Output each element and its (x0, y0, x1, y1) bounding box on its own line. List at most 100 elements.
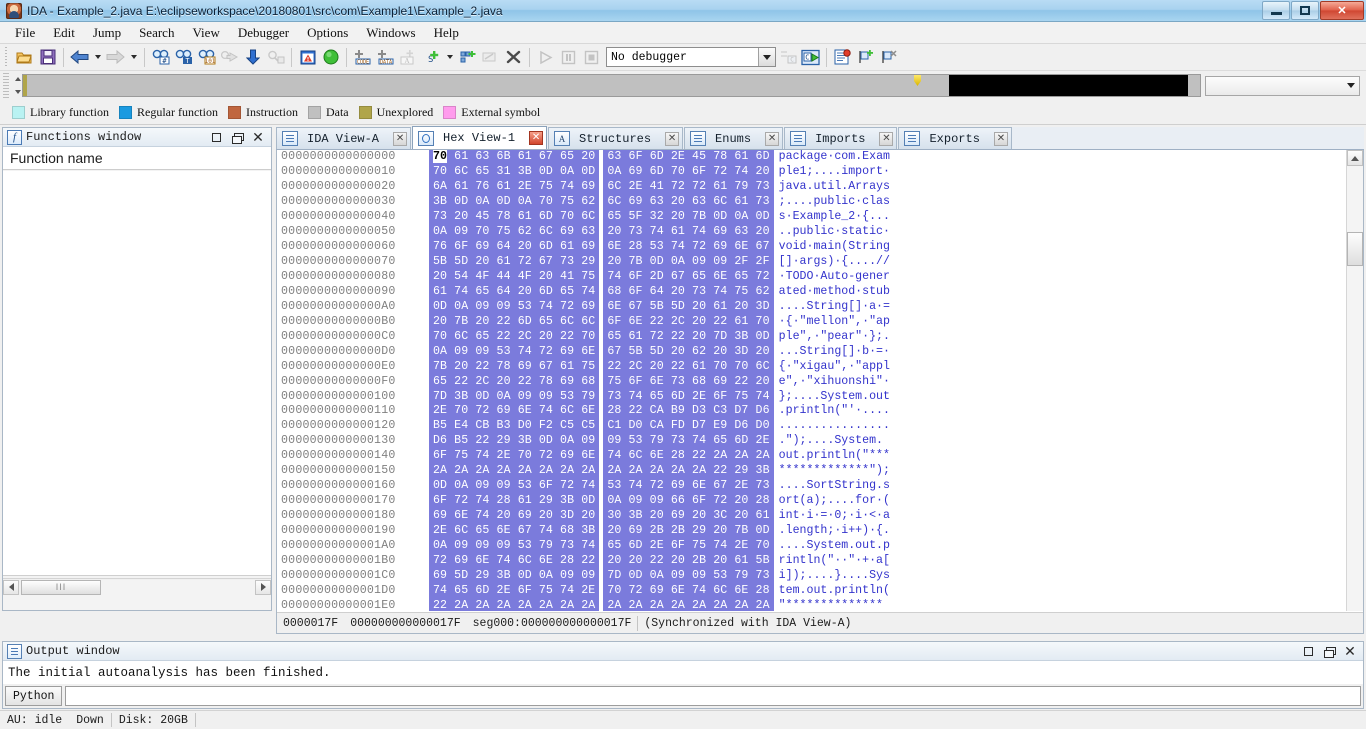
hex-row[interactable]: 0000000000000010 70 6C 65 31 3B 0D 0A 0D 0… (277, 164, 1346, 180)
hex-ascii-cell[interactable]: e",·"xihuonshi"· (774, 375, 890, 390)
hex-bytes-cell[interactable]: 67 5B 5D 20 62 20 3D 20 (603, 344, 774, 360)
hex-bytes-cell[interactable]: 65 6D 2E 6F 75 74 2E 70 (603, 539, 774, 555)
hex-scroll-thumb[interactable] (1347, 232, 1363, 266)
hex-ascii-cell[interactable]: package·com.Exam (774, 150, 890, 165)
hex-row[interactable]: 0000000000000040 73 20 45 78 61 6D 70 6C 6… (277, 209, 1346, 225)
hex-ascii-cell[interactable]: ple",·"pear"·};. (774, 330, 890, 345)
close-button[interactable]: ✕ (1320, 1, 1364, 20)
hex-bytes-cell[interactable]: 6C 2E 41 72 72 61 79 73 (603, 179, 774, 195)
hex-bytes-cell[interactable]: 7D 3B 0D 0A 09 09 53 79 (429, 389, 600, 405)
hex-row[interactable]: 0000000000000030 3B 0D 0A 0D 0A 70 75 62 6… (277, 194, 1346, 210)
hex-ascii-cell[interactable]: ated·method·stub (774, 285, 890, 300)
hex-ascii-cell[interactable]: out.println("*** (774, 449, 890, 464)
hex-row[interactable]: 0000000000000060 76 6F 69 64 20 6D 61 69 6… (277, 239, 1346, 255)
hex-bytes-cell[interactable]: 2A 2A 2A 2A 2A 2A 2A 2A (429, 464, 600, 480)
hex-bytes-cell[interactable]: 74 6C 6E 28 22 2A 2A 2A (603, 449, 774, 465)
hex-row[interactable]: 00000000000001A0 0A 09 09 09 53 79 73 74 6… (277, 539, 1346, 555)
navigate-back-dropdown-icon[interactable] (91, 46, 104, 69)
hex-bytes-cell[interactable]: 65 22 2C 20 22 78 69 68 (429, 374, 600, 390)
hex-row[interactable]: 00000000000000D0 0A 09 09 53 74 72 69 6E 6… (277, 344, 1346, 360)
hex-ascii-cell[interactable]: };....System.out (774, 390, 890, 405)
hex-row[interactable]: 00000000000000A0 0D 0A 09 09 53 74 72 69 6… (277, 299, 1346, 315)
run-green-icon[interactable] (319, 46, 342, 69)
hex-bytes-cell[interactable]: 0D 0A 09 09 53 74 72 69 (429, 299, 600, 315)
hex-ascii-cell[interactable]: int·i·=·0;·i·<·a (774, 509, 890, 524)
hex-cursor-byte[interactable]: 70 (433, 150, 448, 163)
hex-row[interactable]: 0000000000000150 2A 2A 2A 2A 2A 2A 2A 2A 2… (277, 464, 1346, 480)
chevron-down-icon[interactable] (758, 48, 775, 66)
hex-bytes-cell[interactable]: 73 20 45 78 61 6D 70 6C (429, 209, 600, 225)
menu-item-search[interactable]: Search (130, 23, 183, 43)
hex-ascii-cell[interactable]: i]);....}....Sys (774, 569, 890, 584)
hex-row[interactable]: 0000000000000190 2E 6C 65 6E 67 74 68 3B 2… (277, 524, 1346, 540)
hex-ascii-cell[interactable]: ort(a);....for·( (774, 494, 890, 509)
hex-bytes-cell[interactable]: 6C 69 63 20 63 6C 61 73 (603, 194, 774, 210)
functions-scroll-track[interactable] (101, 579, 255, 595)
hex-bytes-cell[interactable]: 20 54 4F 44 4F 20 41 75 (429, 269, 600, 285)
hex-bytes-cell[interactable]: 09 53 79 73 74 65 6D 2E (603, 434, 774, 450)
hex-bytes-cell[interactable]: 22 2C 20 22 61 70 70 6C (603, 359, 774, 375)
hex-bytes-cell[interactable]: 70 6C 65 31 3B 0D 0A 0D (429, 164, 600, 180)
tab-ida-view-a[interactable]: IDA View-A ✕ (276, 127, 412, 149)
hex-bytes-cell[interactable]: 5B 5D 20 61 72 67 73 29 (429, 254, 600, 270)
functions-horizontal-scrollbar[interactable]: III (3, 578, 271, 595)
hex-ascii-cell[interactable]: s·Example_2·{... (774, 210, 890, 225)
hex-bytes-cell[interactable]: 6F 72 74 28 61 29 3B 0D (429, 494, 600, 510)
hex-bytes-cell[interactable]: 20 7B 0D 0A 09 09 2F 2F (603, 254, 774, 270)
python-mode-button[interactable]: Python (5, 686, 63, 706)
hex-row[interactable]: 00000000000001B0 72 69 6E 74 6C 6E 28 22 2… (277, 554, 1346, 570)
run-debugger-icon[interactable] (534, 46, 557, 69)
hex-bytes-cell[interactable]: 20 7B 20 22 6D 65 6C 6C (429, 314, 600, 330)
hex-ascii-cell[interactable]: tem.out.println( (774, 584, 890, 599)
output-maximize-button[interactable] (1302, 645, 1314, 657)
stop-debugger-icon[interactable] (580, 46, 603, 69)
tab-close-icon[interactable]: ✕ (665, 131, 680, 146)
functions-maximize-button[interactable] (210, 131, 222, 143)
hex-ascii-cell[interactable]: void·main(String (774, 240, 890, 255)
menu-item-debugger[interactable]: Debugger (229, 23, 298, 43)
make-code-icon[interactable]: CODE (351, 46, 374, 69)
search-text-icon[interactable]: T (172, 46, 195, 69)
navband-position-marker[interactable] (914, 75, 921, 86)
scroll-right-icon[interactable] (255, 579, 271, 595)
navband-grip[interactable] (3, 73, 13, 98)
warning-icon[interactable] (296, 46, 319, 69)
make-struct-dropdown-icon[interactable] (443, 46, 456, 69)
scroll-left-icon[interactable] (3, 579, 19, 595)
hex-bytes-cell[interactable]: 6E 28 53 74 72 69 6E 67 (603, 239, 774, 255)
hex-ascii-cell[interactable]: ..public·static· (774, 225, 890, 240)
hex-row[interactable]: 0000000000000160 0D 0A 09 09 53 6F 72 74 5… (277, 479, 1346, 495)
menu-item-file[interactable]: File (6, 23, 44, 43)
hex-bytes-cell[interactable]: 74 65 6D 2E 6F 75 74 2E (429, 584, 600, 600)
hex-bytes-cell[interactable]: 20 69 2B 2B 29 20 7B 0D (603, 524, 774, 540)
hex-row[interactable]: 00000000000000C0 70 6C 65 22 2C 20 22 70 6… (277, 329, 1346, 345)
navigate-forward-dropdown-icon[interactable] (127, 46, 140, 69)
add-breakpoint-icon[interactable] (854, 46, 877, 69)
hex-bytes-cell[interactable]: 2A 2A 2A 2A 2A 2A 2A 2A (603, 599, 774, 611)
hex-vertical-scrollbar[interactable] (1346, 150, 1363, 611)
hex-ascii-cell[interactable]: []·args)·{....// (774, 255, 890, 270)
tab-close-icon[interactable]: ✕ (879, 131, 894, 146)
hex-ascii-cell[interactable]: ·TODO·Auto-gener (774, 270, 890, 285)
hex-row[interactable]: 00000000000000B0 20 7B 20 22 6D 65 6C 6C 6… (277, 314, 1346, 330)
search-hash-icon[interactable]: # (149, 46, 172, 69)
hex-bytes-cell[interactable]: B5 E4 CB B3 D0 F2 C5 C5 (429, 419, 600, 435)
hex-bytes-cell[interactable]: 68 6F 64 20 73 74 75 62 (603, 284, 774, 300)
hex-ascii-cell[interactable]: .");....System. (774, 434, 883, 449)
hex-bytes-cell[interactable]: 0A 69 6D 70 6F 72 74 20 (603, 164, 774, 180)
hex-row[interactable]: 00000000000000E0 7B 20 22 78 69 67 61 75 2… (277, 359, 1346, 375)
hex-bytes-cell[interactable]: 63 6F 6D 2E 45 78 61 6D (603, 150, 774, 165)
search-sequence-icon[interactable]: 101 (195, 46, 218, 69)
hex-ascii-cell[interactable]: ple1;....import· (774, 165, 890, 180)
delete-icon[interactable] (502, 46, 525, 69)
tab-close-icon[interactable]: ✕ (393, 131, 408, 146)
hex-bytes-cell[interactable]: 76 6F 69 64 20 6D 61 69 (429, 239, 600, 255)
make-array-icon[interactable] (456, 46, 479, 69)
navigate-back-icon[interactable] (68, 46, 91, 69)
hex-ascii-cell[interactable]: ....SortString.s (774, 479, 890, 494)
hex-ascii-cell[interactable]: ....String[]·a·= (774, 300, 890, 315)
jump-down-icon[interactable] (241, 46, 264, 69)
open-file-icon[interactable] (13, 46, 36, 69)
hex-row[interactable]: 0000000000000050 0A 09 70 75 62 6C 69 63 2… (277, 224, 1346, 240)
hex-bytes-cell[interactable]: 65 61 72 22 20 7D 3B 0D (603, 329, 774, 345)
